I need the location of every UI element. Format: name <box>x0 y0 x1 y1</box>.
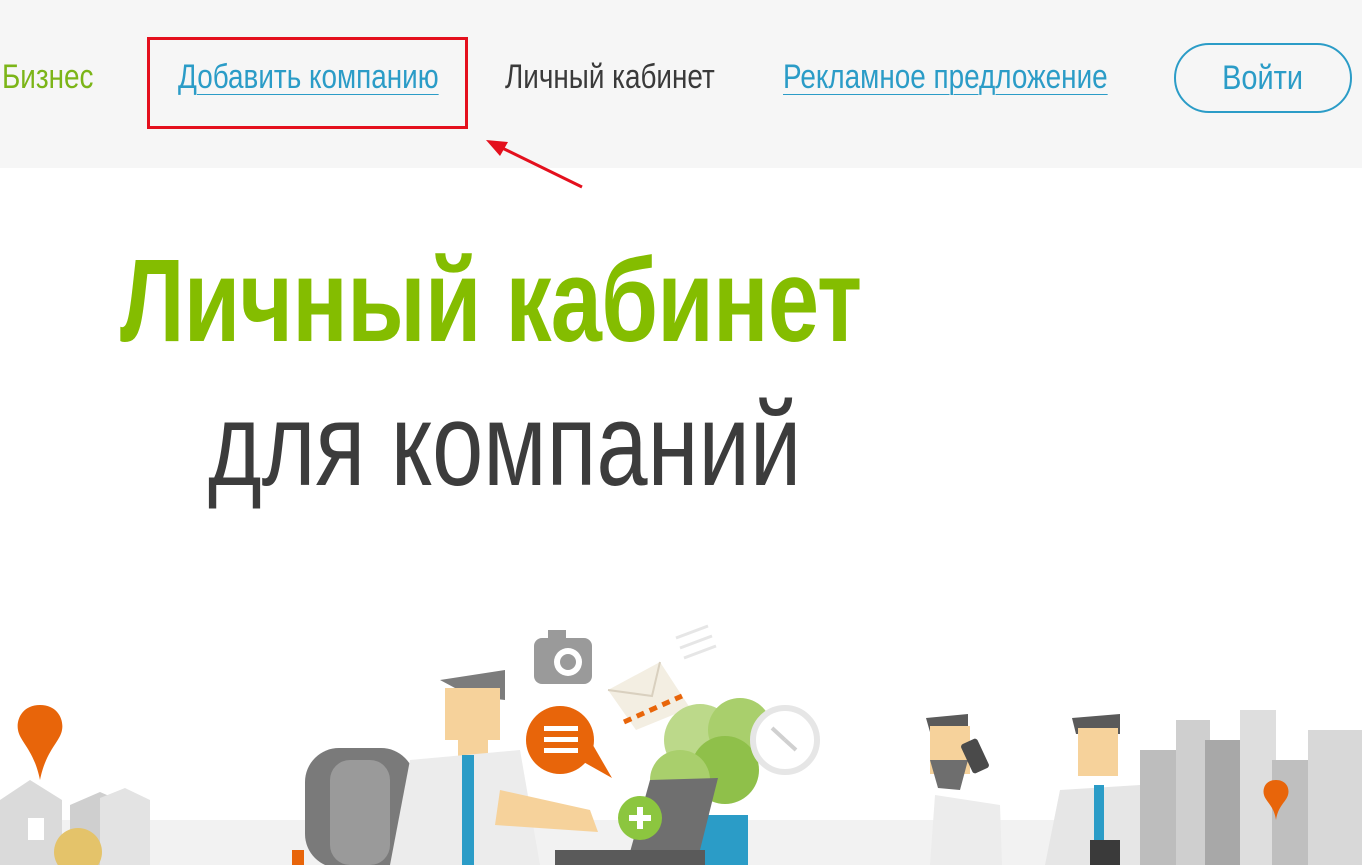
nav-ad-offer-link[interactable]: Рекламное предложение <box>783 56 1108 98</box>
chat-icon <box>526 706 612 778</box>
nav-personal-cabinet-link[interactable]: Личный кабинет <box>505 56 715 98</box>
camera-icon <box>534 630 592 684</box>
clock-icon <box>750 705 820 775</box>
nav-business-link[interactable]: Бизнес <box>2 56 94 98</box>
map-pin-icon <box>17 705 63 780</box>
hero-subtitle: для компаний <box>208 379 802 511</box>
houses-group <box>0 780 150 865</box>
annotation-highlight-box <box>147 37 468 129</box>
annotation-arrow-icon <box>486 140 583 189</box>
login-button[interactable]: Войти <box>1174 43 1352 113</box>
plus-icon <box>618 796 662 840</box>
hero-title: Личный кабинет <box>120 235 862 367</box>
login-button-label: Войти <box>1222 59 1304 97</box>
man-on-phone <box>926 714 1002 865</box>
office-illustration <box>0 624 1362 865</box>
city-buildings <box>1140 710 1362 865</box>
